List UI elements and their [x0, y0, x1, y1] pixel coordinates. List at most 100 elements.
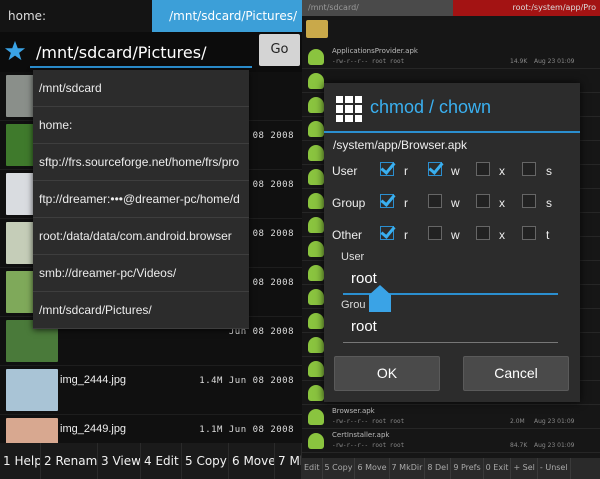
file-permissions: -rw-r--r-- root root	[332, 418, 405, 425]
file-date: Aug 23 01:09	[534, 418, 575, 425]
permission-checkbox[interactable]	[428, 194, 442, 208]
function-key[interactable]: 7 MkD	[275, 443, 302, 479]
permission-letter: s	[546, 164, 552, 178]
dialog-title: chmod / chown	[370, 97, 492, 117]
permission-label: Group	[332, 196, 366, 210]
folder-up-icon[interactable]	[306, 20, 328, 38]
android-icon	[308, 409, 324, 425]
permission-checkbox[interactable]	[476, 194, 490, 208]
android-icon	[308, 217, 324, 233]
go-button[interactable]: Go	[259, 34, 300, 66]
star-icon[interactable]	[4, 40, 26, 62]
file-name: CertInstaller.apk	[332, 431, 390, 439]
bookmark-item[interactable]: home:	[33, 107, 249, 144]
function-key[interactable]: + Sel	[511, 458, 538, 479]
android-icon	[308, 193, 324, 209]
function-key[interactable]: - Unsel	[538, 458, 571, 479]
permission-letter: w	[451, 228, 460, 242]
android-icon	[308, 385, 324, 401]
tab-system-app[interactable]: root:/system/app/Pro	[453, 0, 600, 16]
bookmark-dropdown: /mnt/sdcard home: sftp://frs.sourceforge.n…	[33, 70, 249, 329]
permission-row: Group r w x s	[324, 192, 580, 216]
file-size: 84.7K	[510, 442, 528, 449]
dialog-header: chmod / chown	[324, 83, 580, 133]
user-field-label: User	[341, 251, 365, 263]
file-row[interactable]: CertInstaller.apk -rw-r--r-- root root 84.…	[302, 429, 600, 453]
permission-checkbox[interactable]	[476, 162, 490, 176]
permission-checkbox[interactable]	[476, 226, 490, 240]
permission-row: Other r w x t	[324, 224, 580, 248]
file-meta: 1.1M Jun 08 2008	[199, 425, 294, 435]
function-key[interactable]: 9 Prefs	[451, 458, 484, 479]
permission-checkbox[interactable]	[522, 226, 536, 240]
file-row[interactable]: ApplicationsProvider.apk -rw-r--r-- root …	[302, 45, 600, 69]
function-key[interactable]: 1 Help	[0, 443, 41, 479]
text-cursor-handle-icon[interactable]	[369, 285, 391, 312]
group-field[interactable]: root	[343, 315, 558, 343]
permission-letter: x	[499, 196, 505, 210]
file-name: img_2444.jpg	[60, 374, 127, 386]
file-size: 14.9K	[510, 58, 528, 65]
bookmark-item[interactable]: ftp://dreamer:•••@dreamer-pc/home/d	[33, 181, 249, 218]
cancel-button[interactable]: Cancel	[463, 356, 569, 391]
android-icon	[308, 121, 324, 137]
file-date: Aug 23 01:09	[534, 58, 575, 65]
left-panel: home: /mnt/sdcard/Pictures/ /mnt/sdcard/…	[0, 0, 302, 479]
permission-letter: r	[404, 164, 408, 178]
file-name: ApplicationsProvider.apk	[332, 47, 418, 55]
function-key[interactable]: 7 MkDir	[390, 458, 426, 479]
tab-pictures[interactable]: /mnt/sdcard/Pictures/	[152, 0, 302, 32]
android-icon	[308, 265, 324, 281]
function-key[interactable]: 4 Edit	[141, 443, 182, 479]
permission-checkbox[interactable]	[380, 226, 394, 240]
path-input[interactable]: /mnt/sdcard/Pictures/	[30, 38, 252, 68]
file-meta: 1.4M Jun 08 2008	[199, 376, 294, 386]
file-name: Browser.apk	[332, 407, 375, 415]
function-key[interactable]: 2 Rename	[41, 443, 98, 479]
image-thumbnail	[6, 369, 58, 411]
file-size: 2.0M	[510, 418, 525, 425]
android-icon	[308, 241, 324, 257]
grid-icon	[336, 96, 362, 122]
permission-letter: x	[499, 228, 505, 242]
bookmark-item[interactable]: /mnt/sdcard/Pictures/	[33, 292, 249, 329]
android-icon	[308, 289, 324, 305]
group-field-label: Grou	[341, 299, 366, 311]
file-row[interactable]: img_2444.jpg 1.4M Jun 08 2008	[0, 366, 302, 415]
function-key[interactable]: 8 Del	[425, 458, 452, 479]
bookmark-item[interactable]: smb://dreamer-pc/Videos/	[33, 255, 249, 292]
permission-label: User	[332, 164, 358, 178]
ok-button[interactable]: OK	[334, 356, 440, 391]
chmod-dialog: chmod / chown /system/app/Browser.apk Us…	[324, 83, 580, 402]
permission-checkbox[interactable]	[428, 162, 442, 176]
permission-checkbox[interactable]	[522, 162, 536, 176]
bookmark-item[interactable]: /mnt/sdcard	[33, 70, 249, 107]
file-row[interactable]: Browser.apk -rw-r--r-- root root 2.0M Aug 2…	[302, 405, 600, 429]
function-key[interactable]: 0 Exit	[484, 458, 512, 479]
permission-letter: w	[451, 196, 460, 210]
tab-sdcard[interactable]: /mnt/sdcard/	[302, 0, 453, 16]
permission-label: Other	[332, 228, 363, 242]
android-icon	[308, 361, 324, 377]
android-icon	[308, 169, 324, 185]
permission-checkbox[interactable]	[380, 162, 394, 176]
permission-checkbox[interactable]	[428, 226, 442, 240]
permission-checkbox[interactable]	[380, 194, 394, 208]
permission-checkbox[interactable]	[522, 194, 536, 208]
function-key-bar: 1 Help2 Rename3 View4 Edit5 Copy6 Move7 …	[0, 443, 302, 479]
permission-row: User r w x s	[324, 160, 580, 184]
bookmark-item[interactable]: root:/data/data/com.android.browser	[33, 218, 249, 255]
function-key[interactable]: Edit	[302, 458, 323, 479]
function-key[interactable]: 6 Move	[229, 443, 275, 479]
tab-home[interactable]: home:	[0, 0, 152, 32]
file-permissions: -rw-r--r-- root root	[332, 442, 405, 449]
function-key[interactable]: 3 View	[98, 443, 141, 479]
bookmark-item[interactable]: sftp://frs.sourceforge.net/home/frs/pro	[33, 144, 249, 181]
function-key[interactable]: 5 Copy	[323, 458, 356, 479]
function-key[interactable]: 6 Move	[355, 458, 390, 479]
permission-letter: s	[546, 196, 552, 210]
path-bar: /mnt/sdcard/Pictures/	[0, 32, 302, 72]
function-key[interactable]: 5 Copy	[182, 443, 229, 479]
android-icon	[308, 433, 324, 449]
android-icon	[308, 49, 324, 65]
